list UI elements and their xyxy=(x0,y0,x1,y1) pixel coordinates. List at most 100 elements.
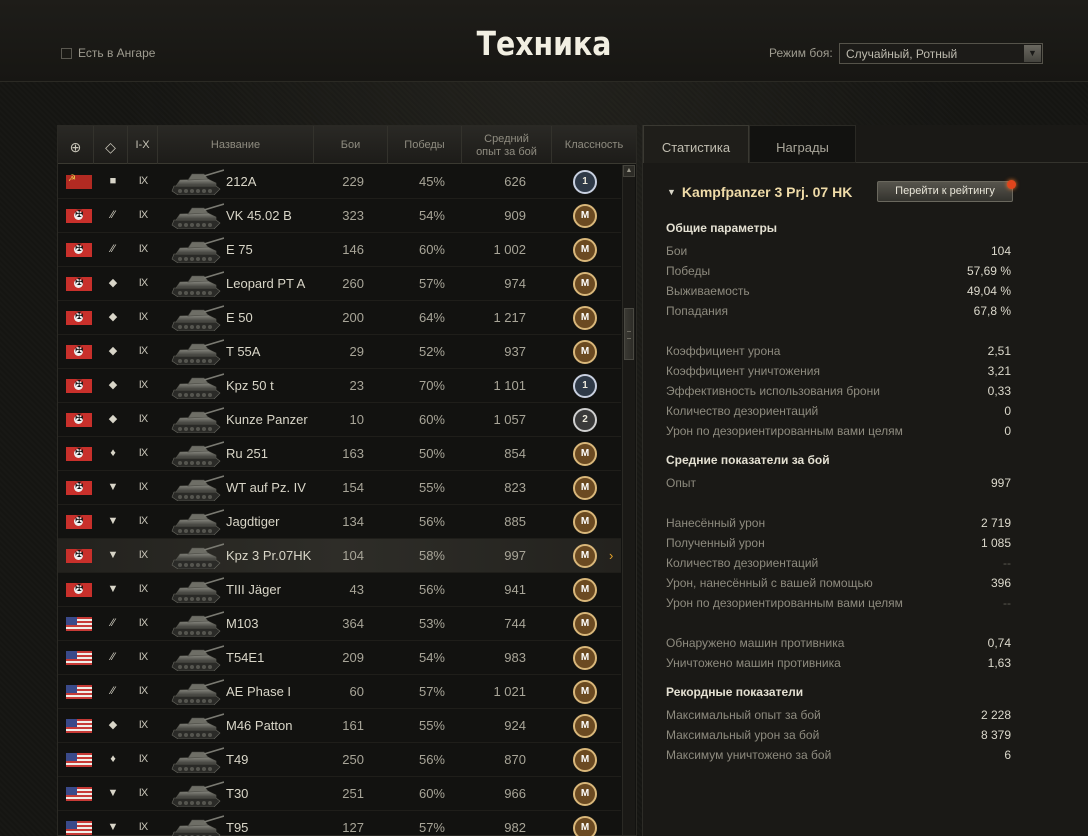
battles-count: 209 xyxy=(342,650,364,665)
nation-sort-globe-icon[interactable]: ⊕ xyxy=(58,126,94,164)
vehicle-class-icon: ⁄⁄ xyxy=(111,685,115,697)
chevron-down-icon[interactable]: ▼ xyxy=(1024,45,1041,62)
tier-label: IX xyxy=(138,515,148,527)
table-row[interactable]: ◆ IX Kunze Panzer 10 60% 1 057 2 xyxy=(58,403,621,437)
scroll-up-icon[interactable]: ▲ xyxy=(623,165,635,177)
table-row[interactable]: ▼ IX WT auf Pz. IV 154 55% 823 M xyxy=(58,471,621,505)
battles-count: 323 xyxy=(342,208,364,223)
table-row[interactable]: ◆ IX E 50 200 64% 1 217 M xyxy=(58,301,621,335)
selected-tank-title[interactable]: ▼ Kampfpanzer 3 Prj. 07 HK xyxy=(667,184,852,200)
tank-name: 212A xyxy=(226,174,257,189)
tank-image-icon xyxy=(168,543,225,570)
tank-name: T 55A xyxy=(226,344,261,359)
table-row[interactable]: ◆ IX M46 Patton 161 55% 924 M xyxy=(58,709,621,743)
stat-row: Количество дезориентаций -- xyxy=(666,553,1011,573)
battle-mode-select[interactable]: Случайный, Ротный ▼ xyxy=(839,43,1043,64)
win-rate: 55% xyxy=(418,480,445,495)
battles-count: 146 xyxy=(342,242,364,257)
mastery-sort-header[interactable]: Классность xyxy=(552,126,636,164)
nation-flag-su-icon xyxy=(66,173,92,189)
table-row[interactable]: ♦ IX T49 250 56% 870 M xyxy=(58,743,621,777)
table-row[interactable]: ⁄⁄ IX VK 45.02 B 323 54% 909 M xyxy=(58,199,621,233)
battles-count: 134 xyxy=(342,514,364,529)
table-row[interactable]: ▼ IX Jagdtiger 134 56% 885 M xyxy=(58,505,621,539)
wins-sort-header[interactable]: Победы xyxy=(388,126,462,164)
tier-label: IX xyxy=(138,447,148,459)
tab-statistics[interactable]: Статистика xyxy=(643,125,749,163)
go-to-rating-button[interactable]: Перейти к рейтингу xyxy=(877,181,1013,202)
nation-flag-us-icon xyxy=(66,651,92,665)
table-row[interactable]: ▼ IX TIII Jäger 43 56% 941 M xyxy=(58,573,621,607)
win-rate: 60% xyxy=(418,242,445,257)
nation-flag-de-icon xyxy=(66,446,92,461)
stat-value: 2,51 xyxy=(987,344,1011,358)
avg-exp: 1 217 xyxy=(493,310,526,325)
win-rate: 60% xyxy=(418,412,445,427)
avg-exp: 982 xyxy=(504,820,526,835)
name-sort-header[interactable]: Название xyxy=(158,126,314,164)
vehicle-class-icon: ▼ xyxy=(107,481,119,493)
table-scrollbar[interactable]: ▲ xyxy=(622,165,635,835)
table-row[interactable]: ■ IX 212A 229 45% 626 1 xyxy=(58,165,621,199)
nation-flag-us-icon xyxy=(66,719,92,733)
table-row[interactable]: ◆ IX T 55A 29 52% 937 M xyxy=(58,335,621,369)
table-row[interactable]: ♦ IX Ru 251 163 50% 854 M xyxy=(58,437,621,471)
avg-exp: 854 xyxy=(504,446,526,461)
stat-row: Обнаружено машин противника 0,74 xyxy=(666,633,1011,653)
tier-label: IX xyxy=(138,379,148,391)
stat-row: Попадания 67,8 % xyxy=(666,301,1011,321)
stat-row: Урон по дезориентированным вами целям -- xyxy=(666,593,1011,613)
table-row[interactable]: ▼ IX T95 127 57% 982 M xyxy=(58,811,621,836)
tank-image-icon xyxy=(168,509,225,536)
vehicle-class-icon: ⁄⁄ xyxy=(111,651,115,663)
stat-label: Урон, нанесённый с вашей помощью xyxy=(666,576,873,590)
table-row[interactable]: ▼ IX Kpz 3 Pr.07HK 104 58% 997 M › xyxy=(58,539,621,573)
vehicle-table: ⊕ ◇ I-X Название Бои Победы Средний опыт… xyxy=(57,125,637,836)
tank-name: E 75 xyxy=(226,242,253,257)
table-row[interactable]: ⁄⁄ IX AE Phase I 60 57% 1 021 M xyxy=(58,675,621,709)
nation-flag-de-icon xyxy=(66,412,92,427)
tab-awards[interactable]: Награды xyxy=(749,125,856,163)
tank-image-icon xyxy=(168,611,225,638)
stat-label: Обнаружено машин противника xyxy=(666,636,845,650)
stat-value: 2 228 xyxy=(980,708,1011,722)
vehicle-class-icon: ⁄⁄ xyxy=(111,209,115,221)
vehicle-class-icon: ▼ xyxy=(107,583,119,595)
nation-flag-us-icon xyxy=(66,685,92,699)
table-row[interactable]: ⁄⁄ IX E 75 146 60% 1 002 M xyxy=(58,233,621,267)
stat-value: 0,33 xyxy=(987,384,1011,398)
battles-count: 163 xyxy=(342,446,364,461)
tier-label: IX xyxy=(138,583,148,595)
type-sort-tank-icon[interactable]: ◇ xyxy=(94,126,128,164)
stat-row: Урон по дезориентированным вами целям 0 xyxy=(666,421,1011,441)
avg-exp: 1 002 xyxy=(493,242,526,257)
avg-exp-sort-header[interactable]: Средний опыт за бой xyxy=(462,126,552,164)
avg-exp: 1 101 xyxy=(493,378,526,393)
tank-image-icon xyxy=(168,305,225,332)
stat-value: 0 xyxy=(1004,424,1011,438)
tier-sort-header[interactable]: I-X xyxy=(128,126,158,164)
stat-row: Урон, нанесённый с вашей помощью 396 xyxy=(666,573,1011,593)
nation-flag-de-icon xyxy=(66,548,92,563)
mastery-badge-icon: M xyxy=(573,544,597,568)
table-row[interactable]: ⁄⁄ IX M103 364 53% 744 M xyxy=(58,607,621,641)
table-row[interactable]: ⁄⁄ IX T54E1 209 54% 983 M xyxy=(58,641,621,675)
table-row[interactable]: ◆ IX Leopard PT A 260 57% 974 M xyxy=(58,267,621,301)
tank-name: T49 xyxy=(226,752,249,767)
nation-flag-de-icon xyxy=(66,344,92,359)
tank-name: T54E1 xyxy=(226,650,265,665)
scroll-thumb[interactable] xyxy=(624,308,634,360)
avg-exp: 909 xyxy=(504,208,526,223)
battles-sort-header[interactable]: Бои xyxy=(314,126,388,164)
tier-label: IX xyxy=(138,651,148,663)
win-rate: 56% xyxy=(418,752,445,767)
vehicle-class-icon: ◆ xyxy=(108,379,118,391)
nation-flag-us-icon xyxy=(66,753,92,767)
in-hangar-checkbox[interactable] xyxy=(61,47,72,59)
nation-flag-de-icon xyxy=(66,582,92,597)
table-header: ⊕ ◇ I-X Название Бои Победы Средний опыт… xyxy=(58,126,636,164)
stat-value: 6 xyxy=(1004,748,1011,762)
vehicle-class-icon: ⁄⁄ xyxy=(111,243,115,255)
table-row[interactable]: ◆ IX Kpz 50 t 23 70% 1 101 1 xyxy=(58,369,621,403)
table-row[interactable]: ▼ IX T30 251 60% 966 M xyxy=(58,777,621,811)
